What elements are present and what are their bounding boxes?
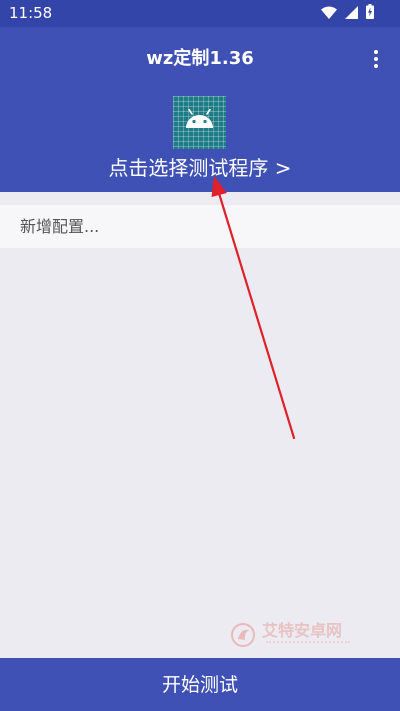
status-time: 11:58	[9, 4, 53, 22]
watermark-logo-icon	[231, 623, 255, 647]
watermark-underline	[266, 641, 350, 645]
add-config-item[interactable]: 新增配置...	[0, 205, 400, 248]
select-test-program-link[interactable]: 点击选择测试程序 >	[0, 154, 400, 182]
battery-charging-icon	[366, 4, 374, 23]
watermark: 艾特安卓网	[230, 620, 360, 650]
cellular-signal-icon	[345, 4, 358, 23]
more-vert-icon-dot	[374, 64, 378, 68]
start-test-button[interactable]: 开始测试	[0, 658, 400, 711]
start-test-label: 开始测试	[161, 674, 238, 696]
status-icons	[321, 4, 374, 23]
status-bar: 11:58	[0, 0, 400, 27]
wifi-icon	[321, 4, 337, 23]
add-config-label: 新增配置...	[20, 217, 100, 236]
more-vert-icon-dot	[374, 50, 378, 54]
android-icon[interactable]	[173, 96, 226, 149]
app-title: wz定制1.36	[146, 48, 254, 69]
more-vert-icon-dot	[374, 57, 378, 61]
app-header: wz定制1.36 点击选择测试程序 >	[0, 27, 400, 192]
watermark-text: 艾特安卓网	[262, 621, 343, 640]
more-options-button[interactable]	[364, 45, 388, 73]
